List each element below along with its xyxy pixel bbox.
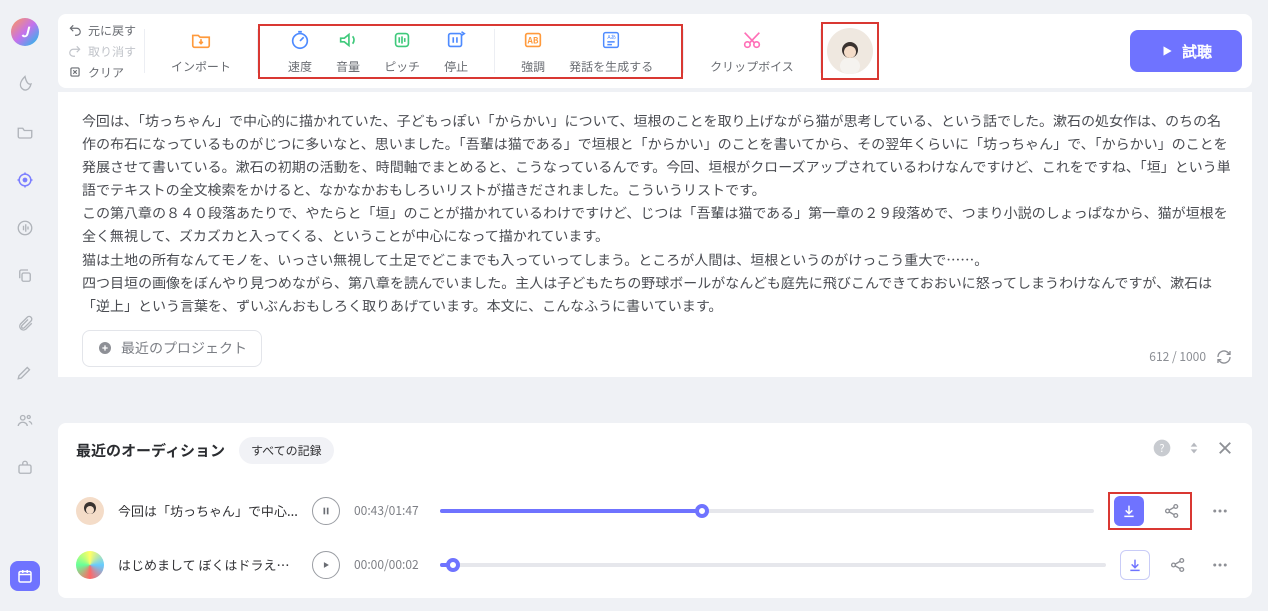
svg-text:Aあ: Aあ (607, 33, 616, 41)
play-track-button[interactable] (312, 551, 340, 579)
clipvoice-button[interactable]: クリップボイス (698, 28, 806, 75)
highlight-tts-controls: 速度 音量 ピッチ 停止 (258, 24, 683, 79)
track-avatar (76, 497, 104, 525)
recent-projects-button[interactable]: 最近のプロジェクト (82, 330, 262, 367)
audition-header: 最近のオーディション すべての記録 ? (76, 437, 1234, 464)
leaf-icon[interactable] (15, 74, 35, 94)
char-counter: 612 / 1000 (1149, 347, 1232, 367)
calendar-icon[interactable] (10, 561, 40, 591)
highlight-avatar (821, 22, 879, 80)
attach-icon[interactable] (15, 314, 35, 334)
wave-icon[interactable] (15, 218, 35, 238)
share-button[interactable] (1164, 551, 1192, 579)
redo-label: 取り消す (88, 43, 136, 60)
emphasis-label: 強調 (521, 58, 545, 75)
sort-icon[interactable] (1186, 440, 1202, 460)
users-icon[interactable] (15, 410, 35, 430)
text-paragraph: 四つ目垣の画像をぼんやり見つめながら、第八章を読んでいました。主人は子どもたちの… (82, 272, 1234, 318)
bag-icon[interactable] (15, 458, 35, 478)
text-editor[interactable]: 今回は、「坊っちゃん」で中心的に描かれていた、子どもっぽい「からかい」について、… (58, 92, 1252, 377)
pause-track-button[interactable] (312, 497, 340, 525)
clipvoice-label: クリップボイス (710, 58, 794, 75)
download-button[interactable] (1120, 550, 1150, 580)
track-time: 00:00/00:02 (354, 556, 426, 573)
pause-icon (444, 28, 468, 52)
preview-button[interactable]: 試聴 (1130, 30, 1242, 72)
text-paragraph: 今回は、「坊っちゃん」で中心的に描かれていた、子どもっぽい「からかい」について、… (82, 110, 1234, 202)
recent-projects-label: 最近のプロジェクト (121, 337, 247, 360)
ai-active-icon[interactable] (15, 170, 35, 190)
scissors-icon (740, 28, 764, 52)
sidebar: J (0, 0, 50, 611)
track-time: 00:43/01:47 (354, 502, 426, 519)
text-paragraph: 猫は土地の所有なんてモノを、いっさい無視して土足でどこまでも入っていってしまう。… (82, 249, 1234, 272)
preview-label: 試聴 (1182, 41, 1212, 62)
volume-label: 音量 (336, 58, 360, 75)
history-column: 元に戻す 取り消す クリア (68, 22, 144, 81)
track-progress[interactable] (440, 509, 1094, 513)
pause-button[interactable]: 停止 (432, 28, 480, 75)
undo-label: 元に戻す (88, 22, 136, 39)
audition-title: 最近のオーディション (76, 440, 225, 461)
track-avatar (76, 551, 104, 579)
close-icon[interactable] (1216, 439, 1234, 461)
more-icon[interactable] (1206, 497, 1234, 525)
voice-avatar[interactable] (827, 28, 873, 74)
import-group: インポート (145, 28, 257, 75)
highlight-download-share (1108, 492, 1192, 530)
generate-icon: Aあ (599, 28, 623, 52)
track-title: 今回は「坊っちゃん」で中心... (118, 501, 298, 520)
undo-button[interactable]: 元に戻す (68, 22, 136, 39)
pitch-button[interactable]: ピッチ (372, 28, 432, 75)
download-button[interactable] (1114, 496, 1144, 526)
pause-label: 停止 (444, 58, 468, 75)
folder-icon[interactable] (15, 122, 35, 142)
generate-button[interactable]: Aあ 発話を生成する (557, 28, 665, 75)
pitch-label: ピッチ (384, 58, 420, 75)
volume-button[interactable]: 音量 (324, 28, 372, 75)
logo-icon: J (11, 18, 39, 46)
main-panel: 元に戻す 取り消す クリア インポート (50, 0, 1268, 611)
redo-button[interactable]: 取り消す (68, 43, 136, 60)
speed-button[interactable]: 速度 (276, 28, 324, 75)
track-progress[interactable] (440, 563, 1106, 567)
import-icon (189, 28, 213, 52)
speed-label: 速度 (288, 58, 312, 75)
import-button[interactable]: インポート (159, 28, 243, 75)
track-title: はじめまして ぼくはドラえも... (118, 555, 298, 574)
copy-icon[interactable] (15, 266, 35, 286)
emphasis-button[interactable]: AB 強調 (509, 28, 557, 75)
svg-text:AB: AB (527, 34, 539, 46)
svg-text:?: ? (1159, 441, 1164, 457)
all-records-button[interactable]: すべての記録 (239, 437, 334, 464)
audition-panel: 最近のオーディション すべての記録 ? 今回は「坊っちゃん」で中心... (58, 423, 1252, 598)
volume-icon (336, 28, 360, 52)
pen-icon[interactable] (15, 362, 35, 382)
pitch-icon (390, 28, 414, 52)
text-paragraph: この第八章の８４０段落あたりで、やたらと「垣」のことが描かれているわけですけど、… (82, 202, 1234, 248)
clear-label: クリア (88, 64, 124, 81)
refresh-icon[interactable] (1216, 349, 1232, 365)
help-icon[interactable]: ? (1152, 438, 1172, 462)
track-row: はじめまして ぼくはドラえも... 00:00/00:02 (76, 540, 1234, 590)
share-button[interactable] (1158, 497, 1186, 525)
import-label: インポート (171, 58, 231, 75)
generate-label: 発話を生成する (569, 58, 653, 75)
speed-icon (288, 28, 312, 52)
emphasis-icon: AB (521, 28, 545, 52)
track-row: 今回は「坊っちゃん」で中心... 00:43/01:47 (76, 482, 1234, 540)
clear-button[interactable]: クリア (68, 64, 136, 81)
toolbar: 元に戻す 取り消す クリア インポート (58, 14, 1252, 88)
more-icon[interactable] (1206, 551, 1234, 579)
